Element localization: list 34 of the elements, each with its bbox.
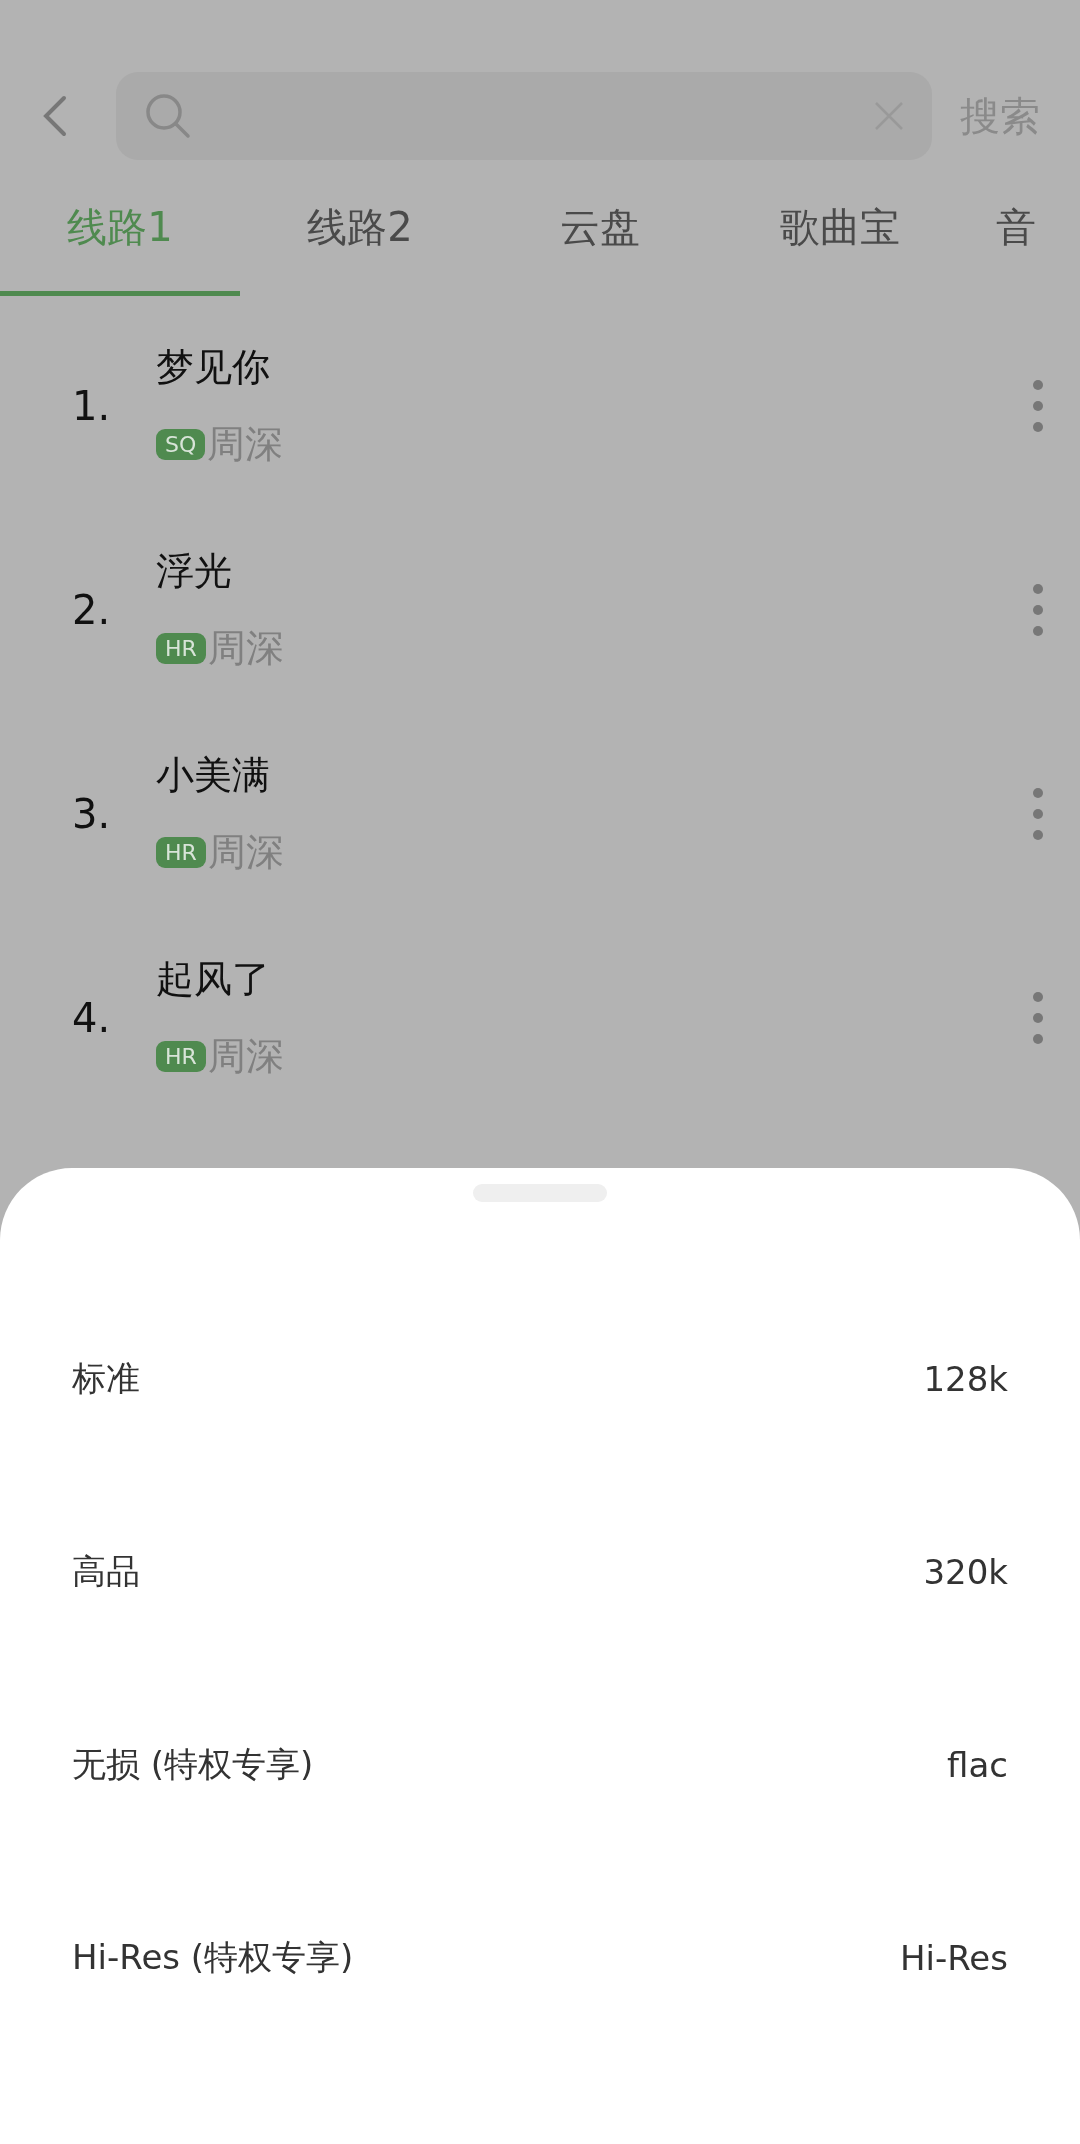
song-title[interactable]: 浮光 — [156, 546, 1030, 597]
quality-badge: HR — [156, 837, 206, 868]
song-title[interactable]: 小美满 — [156, 750, 1030, 801]
song-title[interactable]: 起风了 — [156, 954, 1030, 1005]
quality-format: 320k — [923, 1551, 1008, 1592]
quality-format: flac — [947, 1744, 1008, 1785]
quality-label: 标准 — [72, 1356, 140, 1400]
track-number: 2. — [72, 587, 112, 633]
more-icon[interactable] — [1030, 582, 1046, 638]
track-number: 4. — [72, 995, 112, 1041]
search-icon — [144, 92, 192, 140]
more-icon[interactable] — [1030, 786, 1046, 842]
quality-badge: HR — [156, 1041, 206, 1072]
search-field[interactable] — [116, 72, 932, 160]
quality-label: 高品 — [72, 1549, 140, 1593]
quality-label: 无损 (特权专享) — [72, 1742, 314, 1786]
quality-option[interactable]: Hi-Res (特权专享) Hi-Res — [0, 1861, 1080, 2054]
tab[interactable]: 歌曲宝 — [720, 196, 960, 296]
quality-option[interactable]: 标准 128k — [0, 1282, 1080, 1475]
tab[interactable]: 线路2 — [240, 196, 480, 296]
track-number: 3. — [72, 791, 112, 837]
track-number: 1. — [72, 383, 112, 429]
song-title[interactable]: 梦见你 — [156, 342, 1030, 393]
quality-format: Hi-Res — [900, 1937, 1008, 1978]
quality-badge: HR — [156, 633, 206, 664]
more-icon[interactable] — [1030, 378, 1046, 434]
more-icon[interactable] — [1030, 990, 1046, 1046]
quality-badge: SQ — [156, 429, 206, 460]
quality-option[interactable]: 高品 320k — [0, 1475, 1080, 1668]
quality-format: 128k — [923, 1358, 1008, 1399]
tab[interactable]: 音 — [960, 196, 1036, 296]
tab[interactable]: 云盘 — [480, 196, 720, 296]
quality-option[interactable]: 无损 (特权专享) flac — [0, 1668, 1080, 1861]
quality-label: Hi-Res (特权专享) — [72, 1935, 354, 1979]
